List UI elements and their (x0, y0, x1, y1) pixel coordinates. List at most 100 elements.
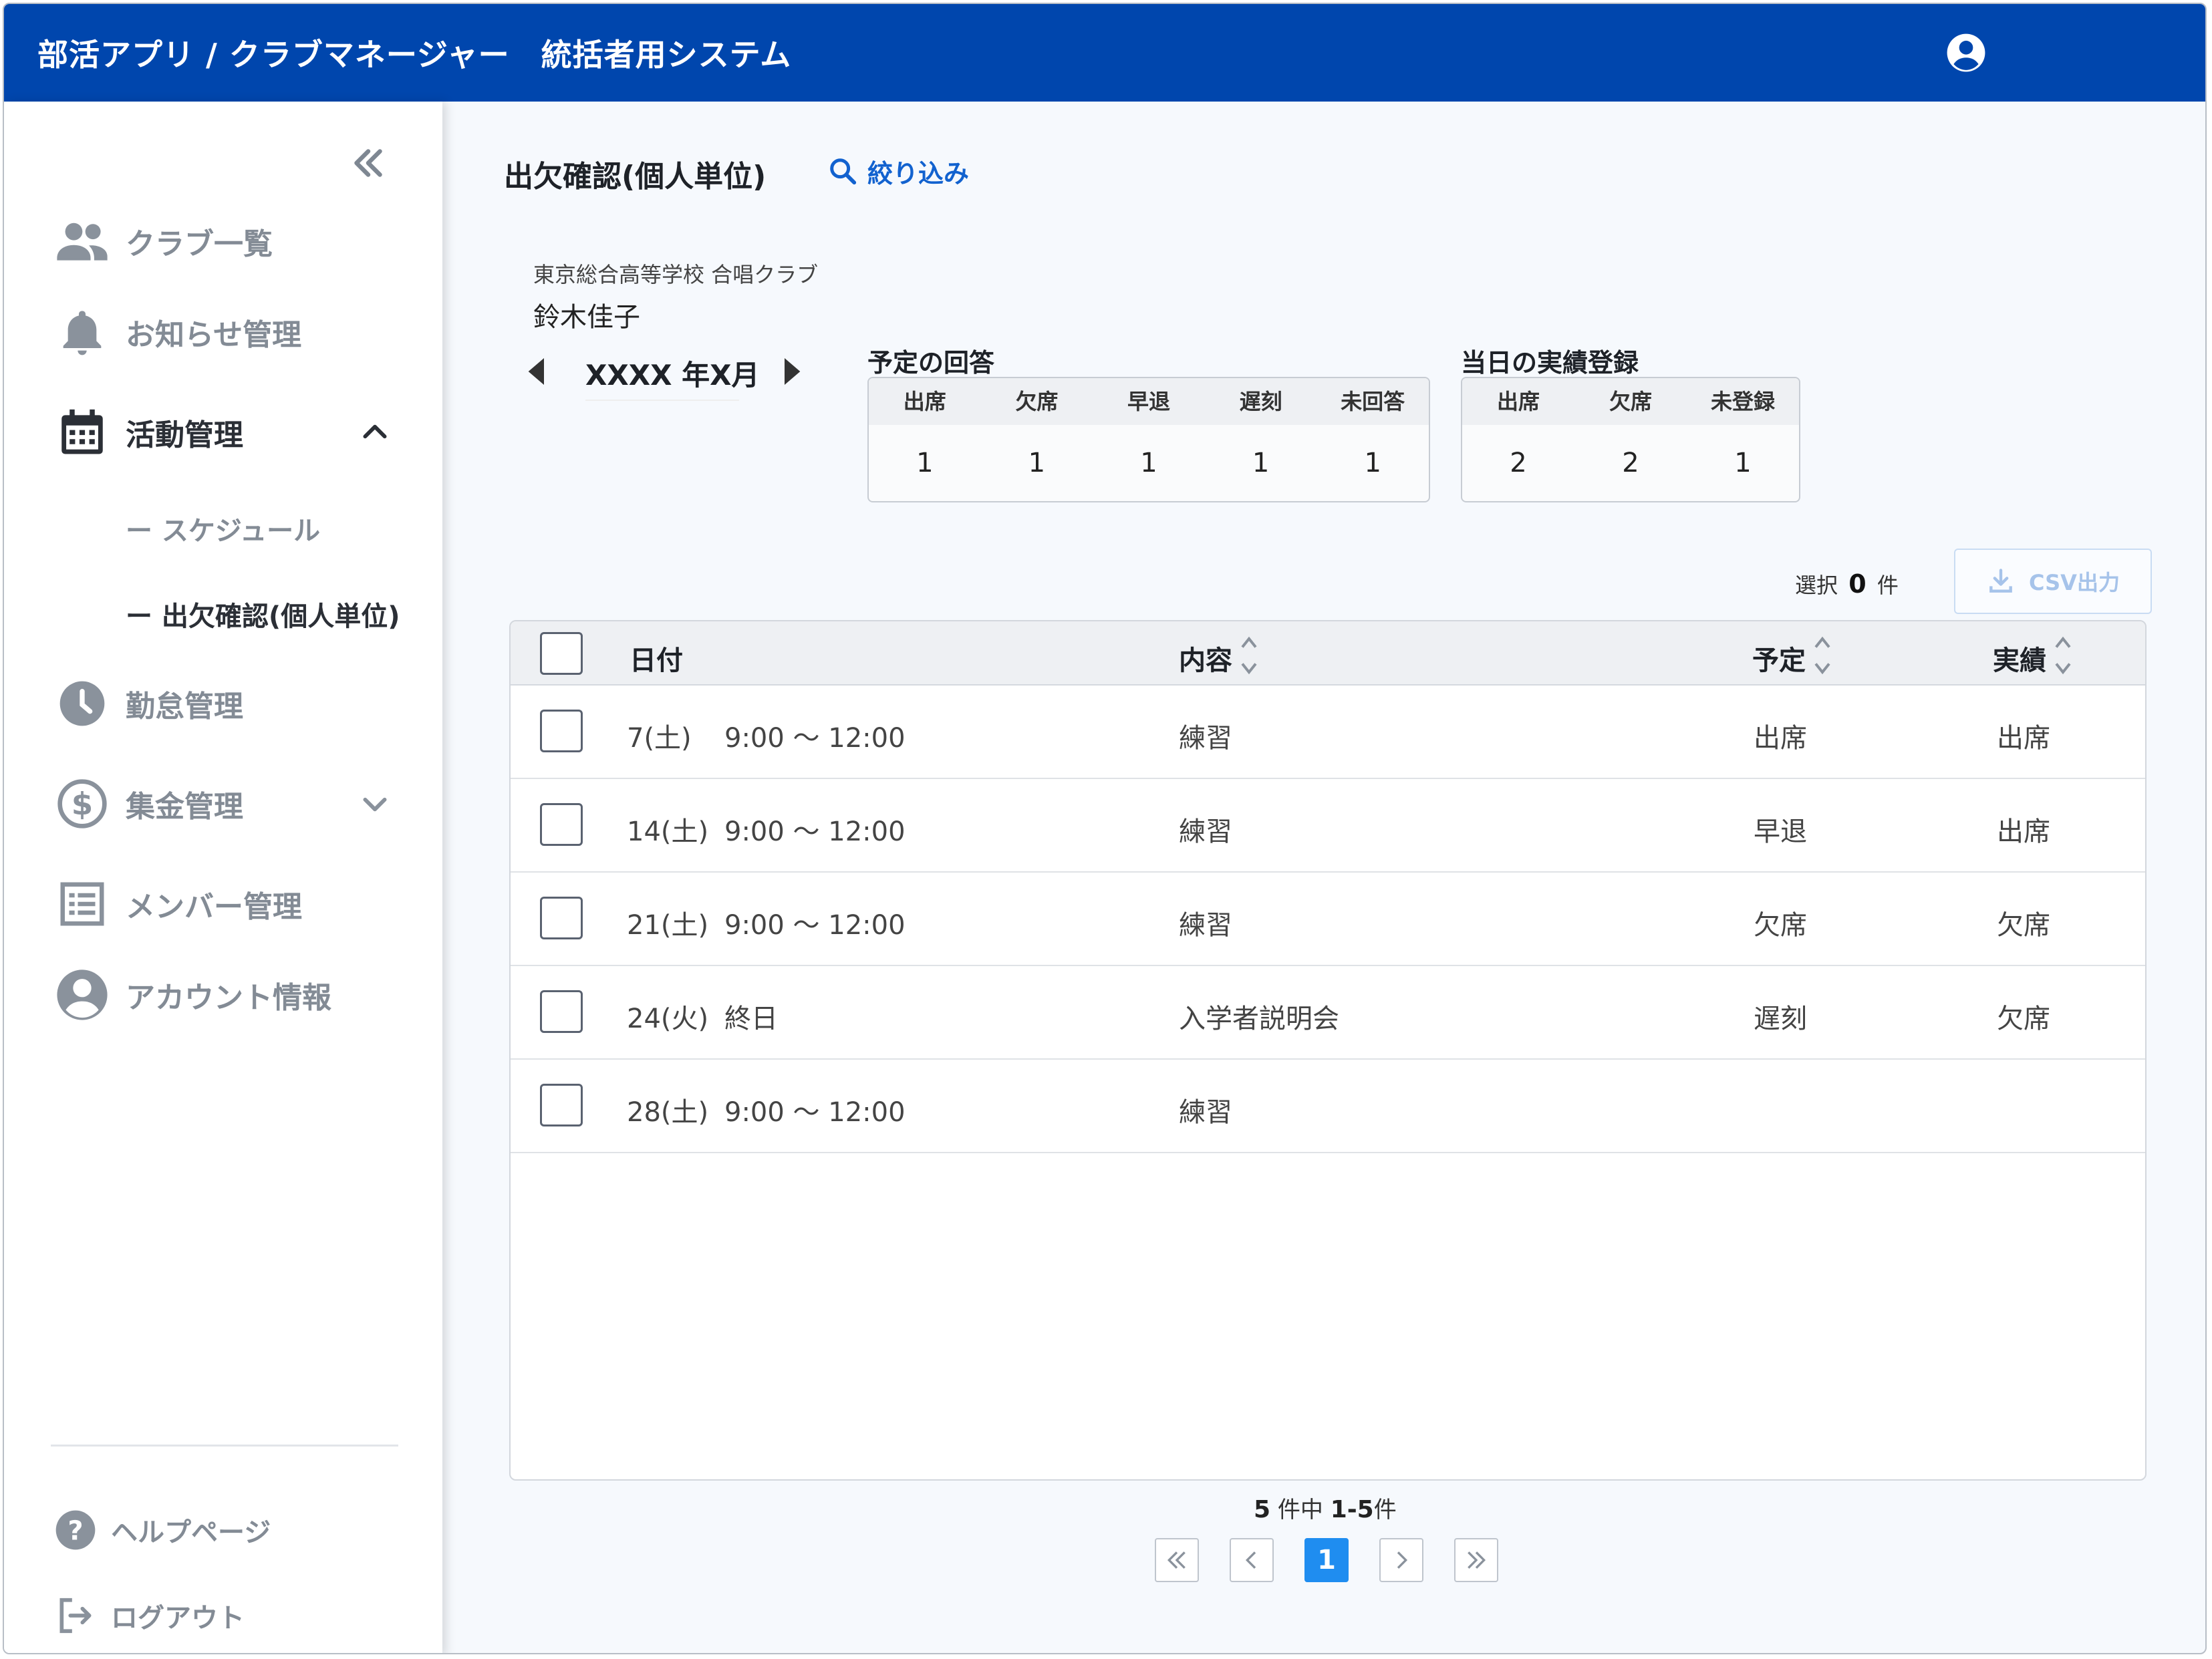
sidebar-item-label: ヘルプページ (111, 1517, 271, 1548)
account-circle-icon (52, 965, 112, 1025)
row-date: 24(火) (627, 1004, 709, 1034)
download-icon (1989, 569, 2012, 593)
planned-value-present: 1 (916, 448, 934, 478)
sidebar-item-logout[interactable]: ログアウト (4, 1589, 442, 1642)
account-circle-icon[interactable] (1945, 32, 1987, 73)
sidebar-divider (51, 1445, 398, 1447)
row-content: 練習 (1179, 910, 1232, 941)
actual-value-present: 2 (1510, 448, 1527, 478)
clock-icon (52, 673, 112, 734)
column-header-actual[interactable]: 実績 (1993, 636, 2073, 677)
actual-value-unregistered: 1 (1734, 448, 1752, 478)
sidebar-item-label: メンバー管理 (126, 890, 302, 924)
chevron-up-icon[interactable] (358, 416, 392, 449)
calendar-icon (52, 402, 112, 462)
caret-right-icon[interactable] (779, 358, 803, 385)
dollar-circle-icon: $ (52, 774, 112, 834)
sidebar-item-collection[interactable]: $ 集金管理 (4, 774, 442, 834)
filter-button[interactable]: 絞り込み (827, 152, 969, 190)
table-row[interactable]: 28(土) 9:00 〜 12:00 練習 (511, 1060, 2145, 1153)
sidebar-item-label: 活動管理 (126, 418, 243, 452)
actual-value-absent: 2 (1622, 448, 1639, 478)
row-checkbox[interactable] (540, 710, 583, 752)
sort-icon[interactable] (1812, 633, 1832, 677)
prev-page-button[interactable] (1230, 1538, 1274, 1582)
csv-export-button[interactable]: CSV出力 (1954, 549, 2152, 614)
pagination-total: 5 (1254, 1496, 1271, 1523)
chevron-right-icon (1397, 1551, 1408, 1569)
people-icon (52, 211, 112, 271)
row-date: 21(土) (627, 910, 709, 941)
column-header-label: 予定 (1752, 645, 1806, 676)
sort-icon[interactable] (2053, 633, 2073, 677)
actual-summary-title: 当日の実績登録 (1461, 348, 1639, 378)
planned-summary-values: 1 1 1 1 1 (869, 425, 1429, 501)
caret-left-icon[interactable] (525, 358, 549, 385)
sidebar-item-notice[interactable]: お知らせ管理 (4, 302, 442, 362)
planned-value-late: 1 (1252, 448, 1270, 478)
sidebar-item-help[interactable]: ? ヘルプページ (4, 1503, 442, 1557)
table-row[interactable]: 14(土) 9:00 〜 12:00 練習 早退 出席 (511, 779, 2145, 873)
page-button-current[interactable]: 1 (1304, 1538, 1349, 1582)
selected-count: 選択 0 件 (1795, 569, 1899, 599)
sidebar-item-label: 勤怠管理 (126, 690, 243, 724)
month-underline (585, 400, 739, 401)
select-all-checkbox[interactable] (540, 632, 583, 675)
row-actual: 欠席 (1997, 1004, 2050, 1034)
double-chevron-left-icon[interactable] (348, 143, 388, 183)
double-chevron-right-icon (1468, 1551, 1486, 1569)
chevron-down-icon[interactable] (358, 787, 392, 820)
page-title: 出欠確認(個人単位) (504, 160, 767, 194)
sort-icon[interactable] (1239, 633, 1259, 677)
planned-header-absent: 欠席 (1015, 389, 1059, 414)
sidebar-item-label: 集金管理 (126, 790, 243, 824)
table-row[interactable]: 21(土) 9:00 〜 12:00 練習 欠席 欠席 (511, 873, 2145, 966)
column-header-plan[interactable]: 予定 (1752, 636, 1832, 677)
planned-header-early-leave: 早退 (1127, 389, 1170, 414)
table-row[interactable]: 24(火) 終日 入学者説明会 遅刻 欠席 (511, 966, 2145, 1060)
planned-header-present: 出席 (903, 389, 946, 414)
planned-header-unanswered: 未回答 (1341, 389, 1405, 414)
sidebar-item-members[interactable]: メンバー管理 (4, 874, 442, 934)
row-actual: 欠席 (1997, 910, 2050, 941)
table-row[interactable]: 7(土) 9:00 〜 12:00 練習 出席 出席 (511, 686, 2145, 779)
svg-text:?: ? (67, 1516, 83, 1547)
row-checkbox[interactable] (540, 990, 583, 1033)
sidebar-item-label: アカウント情報 (126, 981, 331, 1015)
svg-text:$: $ (72, 787, 93, 823)
selected-prefix: 選択 (1795, 573, 1838, 598)
planned-value-early-leave: 1 (1140, 448, 1157, 478)
planned-value-absent: 1 (1028, 448, 1046, 478)
pagination-info: 5 件中 1-5件 (1254, 1491, 1397, 1524)
sidebar-item-label: クラブ一覧 (126, 227, 273, 261)
sidebar-item-label: お知らせ管理 (126, 318, 302, 352)
row-checkbox[interactable] (540, 897, 583, 939)
sidebar-item-attendance-mgmt[interactable]: 勤怠管理 (4, 673, 442, 734)
row-checkbox[interactable] (540, 1084, 583, 1126)
filter-label: 絞り込み (867, 158, 970, 188)
row-plan: 欠席 (1754, 910, 1807, 941)
sidebar-item-account[interactable]: アカウント情報 (4, 965, 442, 1025)
member-name: 鈴木佳子 (533, 302, 640, 333)
row-time: 9:00 〜 12:00 (724, 1097, 906, 1128)
sidebar-item-club-list[interactable]: クラブ一覧 (4, 211, 442, 271)
actual-header-absent: 欠席 (1609, 389, 1652, 414)
sidebar-item-activity[interactable]: 活動管理 (4, 402, 442, 462)
row-time: 9:00 〜 12:00 (724, 816, 906, 847)
month-navigator: XXXX 年X月 (525, 349, 813, 401)
row-checkbox[interactable] (540, 803, 583, 846)
row-plan: 出席 (1754, 723, 1807, 754)
planned-header-late: 遅刻 (1239, 389, 1282, 414)
sidebar-subitem-attendance-individual[interactable]: ー 出欠確認(個人単位) (126, 595, 400, 633)
planned-summary: 出席 欠席 早退 遅刻 未回答 1 1 1 1 1 (867, 377, 1430, 502)
planned-summary-title: 予定の回答 (867, 348, 995, 378)
sidebar-subitem-schedule[interactable]: ー スケジュール (126, 509, 320, 548)
sidebar: クラブ一覧 お知らせ管理 活動管理 ー スケジュール ー 出欠確認(個人単位) … (4, 102, 442, 1653)
app-header: 部活アプリ / クラブマネージャー 統括者用システム (4, 4, 2205, 102)
row-actual: 出席 (1997, 723, 2050, 754)
row-time: 9:00 〜 12:00 (724, 723, 906, 754)
last-page-button[interactable] (1454, 1538, 1498, 1582)
next-page-button[interactable] (1379, 1538, 1423, 1582)
column-header-content[interactable]: 内容 (1179, 636, 1259, 677)
first-page-button[interactable] (1155, 1538, 1199, 1582)
